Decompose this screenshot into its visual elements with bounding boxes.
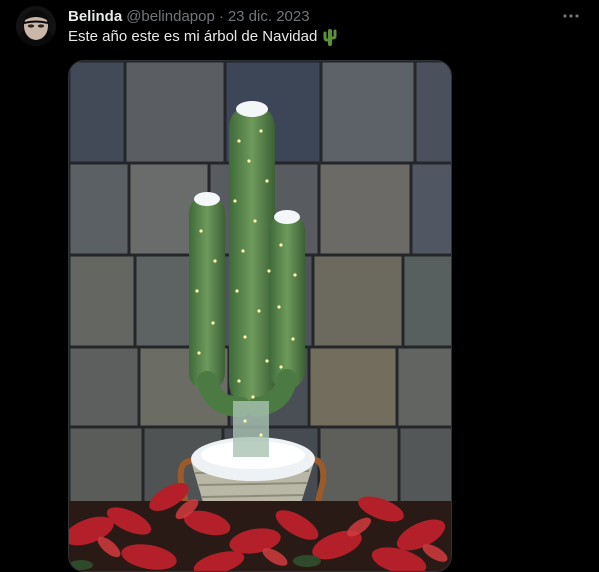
tweet-header: Belinda @belindapop · 23 dic. 2023: [68, 6, 310, 26]
cactus-emoji-icon: [322, 28, 338, 46]
avatar-photo-icon: [16, 6, 56, 46]
display-name[interactable]: Belinda: [68, 8, 122, 25]
tweet-date[interactable]: 23 dic. 2023: [228, 8, 310, 25]
more-horizontal-icon: [563, 14, 579, 18]
user-handle[interactable]: @belindapop: [126, 8, 215, 25]
photo-cactus-christmas-lights-icon: [69, 61, 451, 571]
more-options-button[interactable]: [561, 6, 581, 26]
tweet-text: Este año este es mi árbol de Navidad: [68, 27, 338, 47]
tweet-media-photo[interactable]: [68, 60, 452, 572]
avatar[interactable]: [16, 6, 56, 46]
separator-dot: ·: [218, 7, 224, 25]
tweet-text-content: Este año este es mi árbol de Navidad: [68, 28, 318, 45]
tweet[interactable]: Belinda @belindapop · 23 dic. 2023 Este …: [0, 0, 599, 572]
